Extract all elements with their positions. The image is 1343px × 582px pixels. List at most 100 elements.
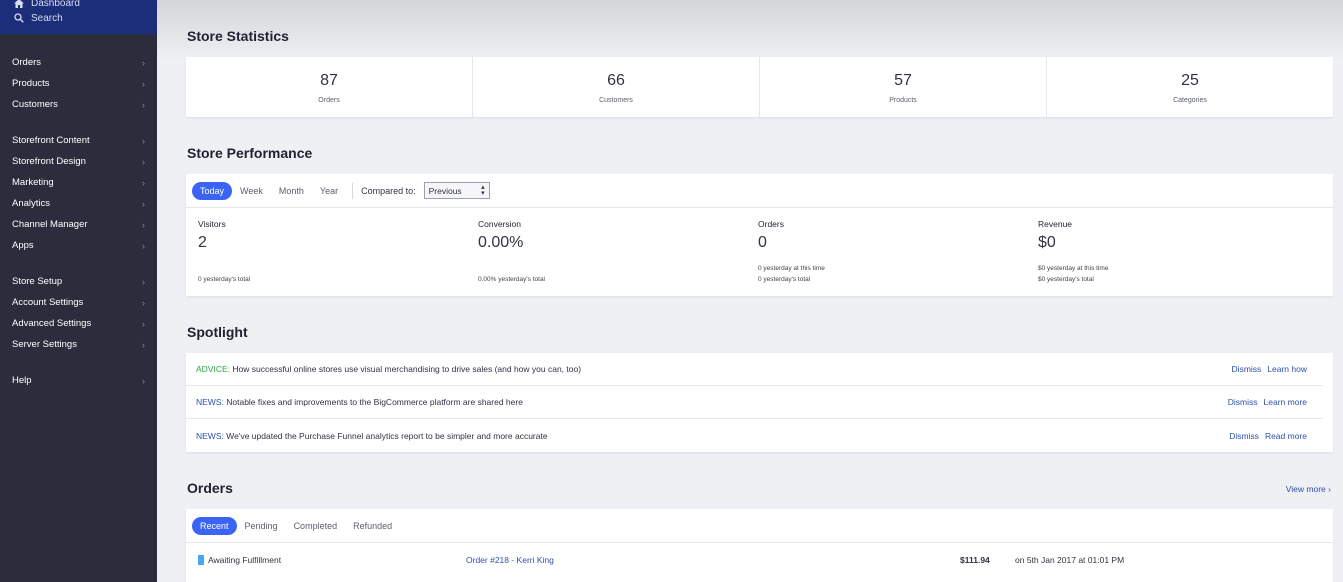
metric-sub: 0 yesterday at this time	[758, 265, 825, 272]
tab-refunded[interactable]: Refunded	[345, 517, 400, 535]
metric-value: 0	[758, 234, 767, 251]
sidebar-item-label: Marketing	[12, 177, 54, 188]
stat-products[interactable]: 57 Products	[760, 57, 1047, 117]
compared-to-select[interactable]: Previous ▴ ▾	[423, 182, 490, 199]
tab-today[interactable]: Today	[192, 181, 233, 200]
stat-customers[interactable]: 66 Customers	[473, 57, 760, 117]
sidebar-item-storefront-design[interactable]: Storefront Design ›	[0, 151, 157, 172]
tab-pending[interactable]: Pending	[237, 517, 286, 535]
spotlight-text: NEWS: We've updated the Purchase Funnel …	[196, 431, 548, 441]
sidebar-item-store-setup[interactable]: Store Setup ›	[0, 271, 157, 292]
metric-label: Visitors	[198, 219, 226, 229]
sidebar-item-channel-manager[interactable]: Channel Manager ›	[0, 214, 157, 235]
sidebar-item-label: Help	[12, 375, 32, 386]
chevron-right-icon: ›	[142, 78, 145, 89]
sidebar-item-dashboard[interactable]: Dashboard	[0, 0, 157, 9]
spotlight-title: Spotlight	[187, 324, 248, 340]
sidebar-item-products[interactable]: Products ›	[0, 73, 157, 94]
spotlight-item: NEWS: Notable fixes and improvements to …	[186, 386, 1323, 419]
chevron-right-icon: ›	[142, 198, 145, 209]
order-status-label: Awaiting Fulfillment	[208, 555, 282, 565]
orders-card: Recent Pending Completed Refunded Awaiti…	[186, 509, 1333, 582]
sidebar-item-search[interactable]: Search	[0, 9, 157, 27]
chevron-right-icon: ›	[142, 177, 145, 188]
stat-orders[interactable]: 87 Orders	[186, 57, 473, 117]
learn-more-link[interactable]: Learn more	[1264, 397, 1307, 407]
sidebar-group-storefront: Storefront Content › Storefront Design › M…	[0, 130, 157, 256]
chevron-right-icon: ›	[142, 219, 145, 230]
dismiss-link[interactable]: Dismiss	[1228, 397, 1258, 407]
header-shade	[157, 0, 1343, 60]
sidebar-top: Dashboard Search	[0, 0, 157, 34]
stat-label: Products	[889, 97, 917, 104]
chevron-right-icon: ›	[142, 135, 145, 146]
stat-value: 25	[1181, 72, 1199, 89]
sidebar-item-label: Analytics	[12, 198, 51, 209]
select-arrows-icon: ▴ ▾	[481, 183, 485, 197]
view-more-link[interactable]: View more ›	[1286, 484, 1331, 494]
sidebar-item-marketing[interactable]: Marketing ›	[0, 172, 157, 193]
sidebar-item-advanced-settings[interactable]: Advanced Settings ›	[0, 313, 157, 334]
metric-sub: 0.00% yesterday's total	[478, 276, 545, 283]
tab-month[interactable]: Month	[271, 182, 312, 200]
tab-recent[interactable]: Recent	[192, 516, 237, 535]
sidebar-group-settings: Store Setup › Account Settings › Advanced …	[0, 271, 157, 355]
sidebar-item-customers[interactable]: Customers ›	[0, 94, 157, 115]
spotlight-message: We've updated the Purchase Funnel analyt…	[223, 430, 548, 441]
read-more-link[interactable]: Read more	[1265, 431, 1307, 441]
metric-value: $0	[1038, 234, 1056, 251]
spotlight-actions: Dismiss Learn how	[1226, 364, 1307, 374]
spotlight-card: ADVICE: How successful online stores use…	[186, 353, 1333, 452]
sidebar-item-help[interactable]: Help ›	[0, 370, 157, 391]
tab-week[interactable]: Week	[232, 182, 271, 200]
chevron-right-icon: ›	[142, 339, 145, 350]
stat-value: 66	[607, 72, 625, 89]
spotlight-text: ADVICE: How successful online stores use…	[196, 364, 581, 374]
learn-how-link[interactable]: Learn how	[1267, 364, 1307, 374]
order-link[interactable]: Order #218 - Kerri King	[466, 555, 554, 565]
stat-categories[interactable]: 25 Categories	[1047, 57, 1333, 117]
stat-label: Categories	[1173, 97, 1207, 104]
metric-sub: 0 yesterday's total	[758, 276, 811, 283]
chevron-right-icon: ›	[142, 240, 145, 251]
sidebar-item-server-settings[interactable]: Server Settings ›	[0, 334, 157, 355]
sidebar: Dashboard Search Orders › Products › Custo…	[0, 0, 157, 582]
spotlight-text: NEWS: Notable fixes and improvements to …	[196, 397, 523, 407]
sidebar-item-label: Server Settings	[12, 339, 77, 350]
sidebar-item-label: Products	[12, 78, 50, 89]
sidebar-group-help: Help ›	[0, 370, 157, 391]
tab-completed[interactable]: Completed	[286, 517, 346, 535]
spotlight-item: ADVICE: How successful online stores use…	[186, 353, 1323, 386]
sidebar-item-orders[interactable]: Orders ›	[0, 52, 157, 73]
dismiss-link[interactable]: Dismiss	[1229, 431, 1259, 441]
status-indicator	[198, 555, 204, 565]
table-row: Awaiting Fulfillment Order #218 - Kerri …	[186, 543, 1333, 577]
compared-to-value: Previous	[428, 185, 462, 196]
view-more-label: View more	[1285, 484, 1326, 494]
sidebar-item-apps[interactable]: Apps ›	[0, 235, 157, 256]
store-performance-card: Today Week Month Year Compared to: Previ…	[186, 174, 1333, 296]
metric-value: 0.00%	[478, 234, 524, 251]
news-tag: NEWS:	[196, 430, 224, 441]
sidebar-item-label: Advanced Settings	[12, 318, 92, 329]
metric-revenue: Revenue $0 $0 yesterday at this time $0 …	[1038, 219, 1318, 285]
store-statistics-title: Store Statistics	[187, 28, 289, 44]
sidebar-item-storefront-content[interactable]: Storefront Content ›	[0, 130, 157, 151]
sidebar-item-label: Search	[31, 12, 63, 24]
sidebar-item-label: Apps	[12, 240, 34, 251]
dismiss-link[interactable]: Dismiss	[1232, 364, 1262, 374]
chevron-right-icon: ›	[142, 99, 145, 110]
spotlight-actions: Dismiss Read more	[1223, 431, 1307, 441]
sidebar-item-account-settings[interactable]: Account Settings ›	[0, 292, 157, 313]
sidebar-item-label: Account Settings	[12, 297, 84, 308]
chevron-right-icon: ›	[142, 156, 145, 167]
chevron-right-icon: ›	[142, 57, 145, 68]
toolbar-divider	[352, 182, 354, 199]
order-total: $111.94	[960, 555, 990, 565]
tab-year[interactable]: Year	[312, 182, 346, 200]
sidebar-item-analytics[interactable]: Analytics ›	[0, 193, 157, 214]
chevron-right-icon: ›	[142, 318, 145, 329]
chevron-right-icon: ›	[1328, 484, 1331, 494]
metric-sub: $0 yesterday at this time	[1038, 265, 1109, 272]
metric-subs: $0 yesterday at this time $0 yesterday's…	[1038, 261, 1318, 285]
